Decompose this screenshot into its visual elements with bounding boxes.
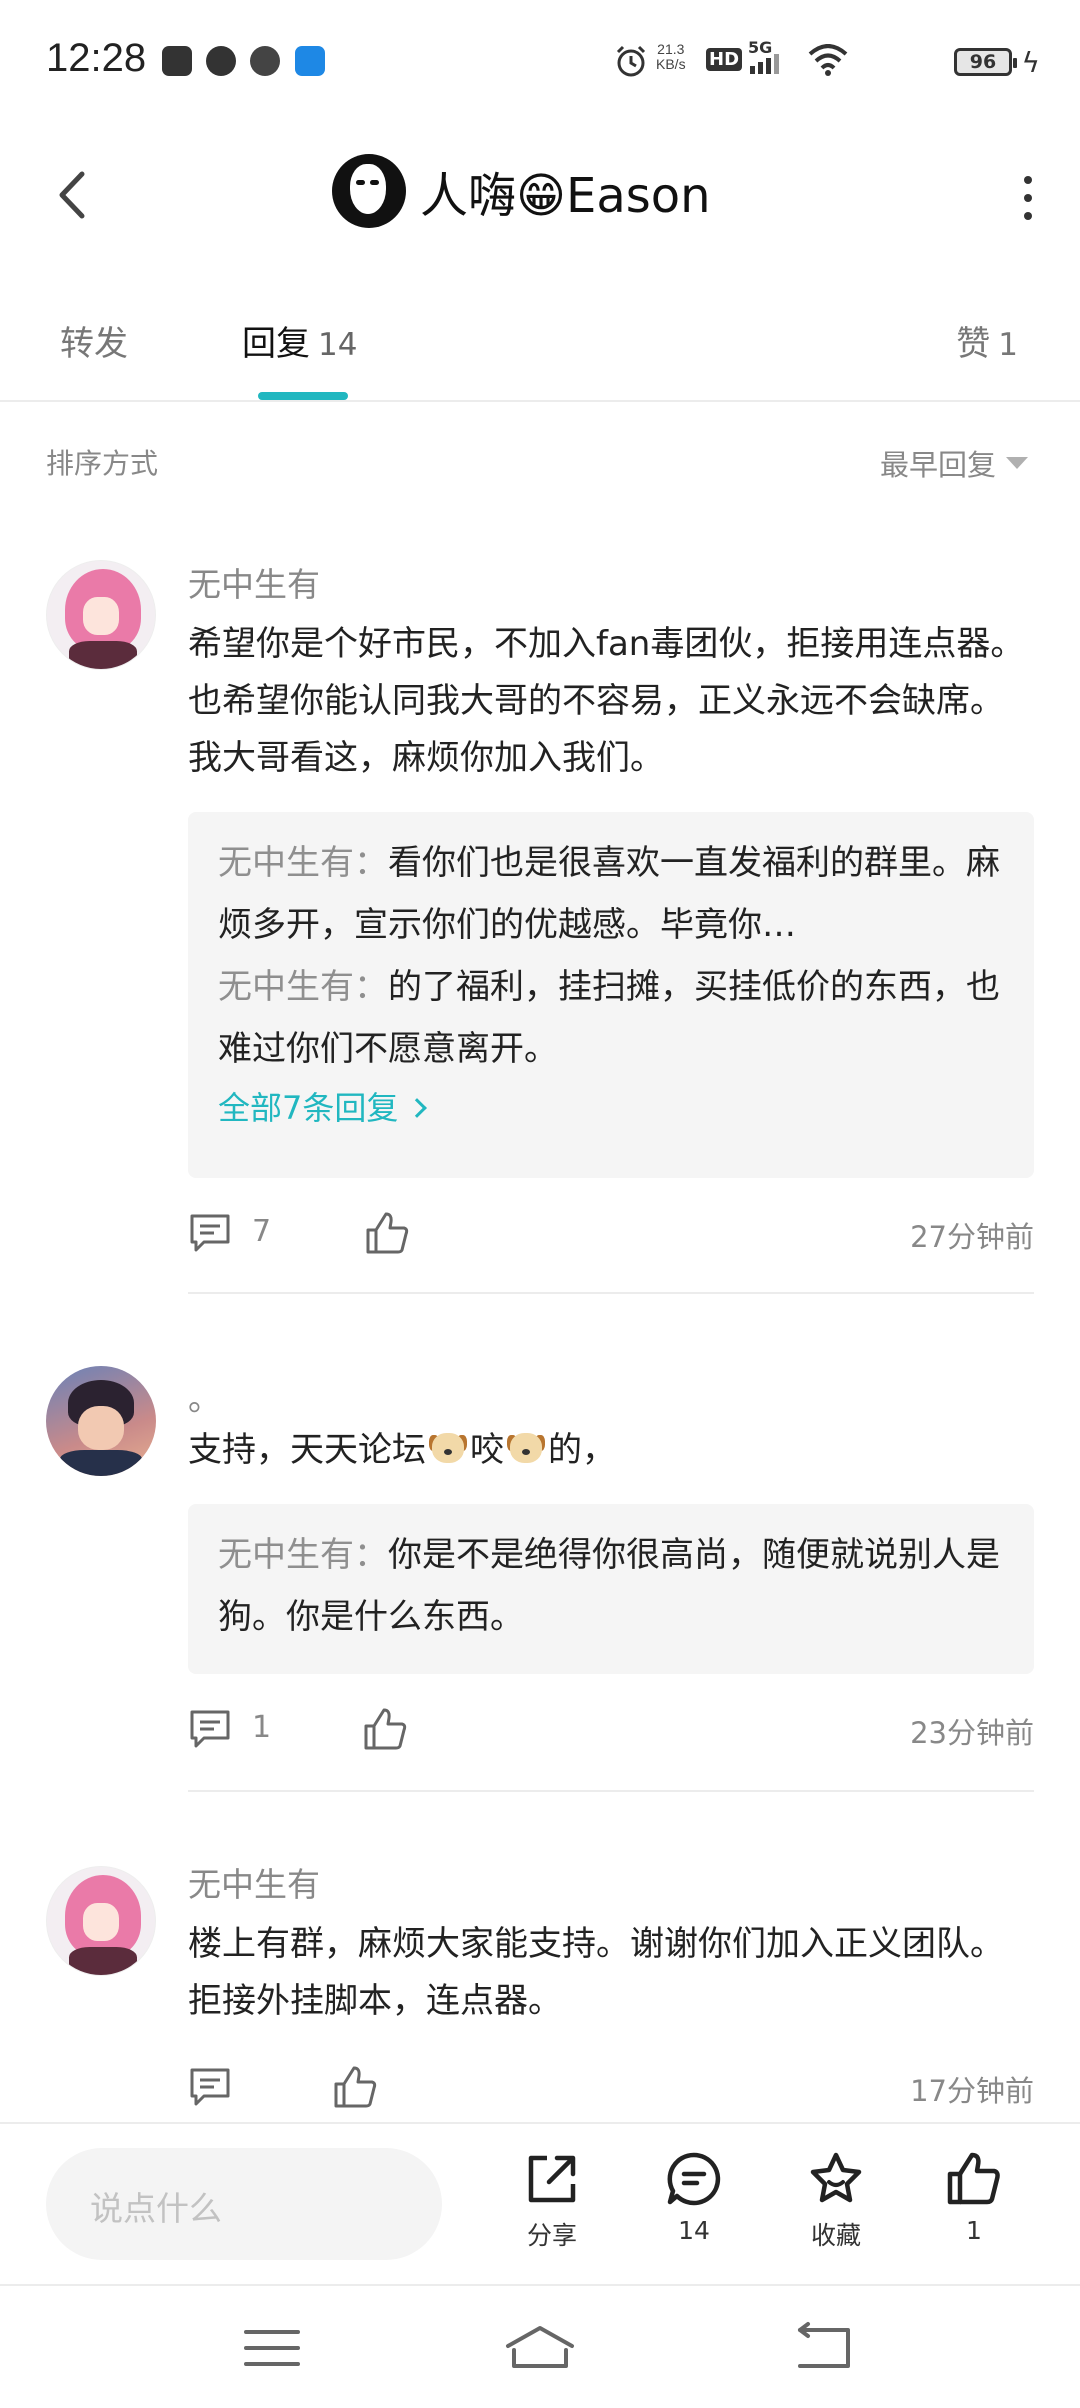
back-nav-icon[interactable] [784, 2320, 864, 2376]
weibo-icon [250, 46, 280, 76]
comment-username[interactable]: 。 [188, 1372, 221, 1420]
status-bar: 12:28 21.3 KB/s HD 5G 96 ϟ [0, 0, 1080, 120]
alarm-icon [616, 45, 646, 77]
wifi-icon [808, 44, 848, 76]
like-button[interactable]: 1 [924, 2150, 1024, 2245]
active-tab-indicator [258, 392, 348, 400]
sort-label: 排序方式 [46, 447, 159, 480]
favorite-button[interactable]: 收藏 [786, 2150, 886, 2252]
reply-item: 无中生有：的了福利，挂扫摊，买挂低价的东西，也难过你们不愿意离开。 [218, 967, 1000, 1069]
tab-like[interactable]: 赞1 [956, 316, 1018, 365]
like-icon[interactable] [362, 1706, 408, 1752]
signal-icon: 5G [748, 38, 794, 78]
comment-actions: 1 23分钟前 [188, 1708, 1034, 1758]
star-icon [810, 2152, 862, 2203]
comments-button[interactable]: 14 [644, 2150, 744, 2245]
like-count: 1 [998, 327, 1018, 363]
menu-icon[interactable] [232, 2320, 312, 2376]
divider [188, 1790, 1034, 1792]
charging-icon: ϟ [1021, 46, 1040, 79]
comment-time: 27分钟前 [910, 1220, 1034, 1254]
avatar[interactable] [46, 560, 156, 670]
comment-icon[interactable] [188, 1212, 232, 1254]
avatar[interactable] [46, 1366, 156, 1476]
comment-input[interactable]: 说点什么 [46, 2148, 442, 2260]
all-replies-link[interactable]: 全部7条回复 [218, 1080, 1004, 1136]
comment-count: 1 [252, 1710, 272, 1745]
like-icon[interactable] [364, 1210, 410, 1256]
system-nav-bar [0, 2284, 1080, 2408]
home-icon[interactable] [500, 2320, 580, 2376]
comment-text: 支持，天天论坛咬的， [188, 1429, 616, 1470]
chevron-right-icon [407, 1098, 428, 1118]
avatar[interactable] [46, 1866, 156, 1976]
reply-item: 无中生有：看你们也是很喜欢一直发福利的群里。麻烦多开，宣示你们的优越感。毕竟你… [218, 843, 1000, 945]
net-speed: 21.3 KB/s [656, 41, 686, 72]
dog-emoji-icon [428, 1429, 468, 1467]
comment-input-placeholder: 说点什么 [90, 2189, 222, 2228]
back-button[interactable] [40, 160, 110, 230]
tab-reply[interactable]: 回复 14 [242, 316, 357, 365]
bottom-action-bar: 说点什么 分享 14 收藏 1 [0, 2122, 1080, 2282]
comment-time: 23分钟前 [910, 1716, 1034, 1750]
share-icon [528, 2155, 576, 2203]
thumbs-up-icon [947, 2152, 1000, 2205]
comment-username[interactable]: 无中生有 [188, 1858, 320, 1906]
reply-count: 14 [318, 327, 358, 363]
comment-bubble-icon [667, 2152, 721, 2206]
sort-dropdown[interactable]: 最早回复 [880, 442, 1028, 484]
comment-username[interactable]: 无中生有 [188, 558, 320, 606]
tool-icon [295, 46, 325, 76]
reply-item: 无中生有：你是不是绝得你很高尚，随便就说别人是狗。你是什么东西。 [218, 1535, 1000, 1637]
reply-box[interactable]: 无中生有：看你们也是很喜欢一直发福利的群里。麻烦多开，宣示你们的优越感。毕竟你…… [188, 812, 1034, 1178]
comment-time: 17分钟前 [910, 2074, 1034, 2108]
reply-username[interactable]: 无中生有 [218, 1535, 354, 1575]
comment-count: 7 [252, 1214, 272, 1249]
comment-icon[interactable] [188, 2066, 232, 2108]
status-time: 12:28 [46, 36, 147, 80]
comment-actions: 7 27分钟前 [188, 1212, 1034, 1262]
dog-emoji-icon [506, 1429, 546, 1467]
youku-icon [162, 46, 192, 76]
page-title: 人嗨😁Eason [420, 168, 711, 224]
divider [188, 1292, 1034, 1294]
dropdown-arrow-icon [1006, 457, 1028, 469]
battery-icon: 96 [954, 48, 1017, 76]
header: 人嗨😁Eason [0, 140, 1080, 250]
browser-icon [206, 46, 236, 76]
reply-box[interactable]: 无中生有：你是不是绝得你很高尚，随便就说别人是狗。你是什么东西。 [188, 1504, 1034, 1674]
tab-forward[interactable]: 转发 [60, 316, 128, 365]
comment-actions: 17分钟前 [188, 2066, 1034, 2116]
author-avatar[interactable] [332, 154, 406, 228]
like-icon[interactable] [332, 2064, 378, 2110]
comment-text: 楼上有群，麻烦大家能支持。谢谢你们加入正义团队。拒接外挂脚本，连点器。 [188, 1924, 1004, 2021]
reply-username[interactable]: 无中生有 [218, 843, 354, 883]
reply-username[interactable]: 无中生有 [218, 967, 354, 1007]
more-options-button[interactable] [1008, 170, 1048, 226]
comment-icon[interactable] [188, 1708, 232, 1750]
post-author[interactable]: 人嗨😁Eason [332, 154, 711, 228]
hd-badge: HD [706, 48, 743, 71]
share-button[interactable]: 分享 [502, 2150, 602, 2252]
tab-bar: 转发 回复 14 赞1 [0, 300, 1080, 402]
comment-text: 希望你是个好市民，不加入fan毒团伙，拒接用连点器。也希望你能认同我大哥的不容易… [188, 624, 1025, 778]
